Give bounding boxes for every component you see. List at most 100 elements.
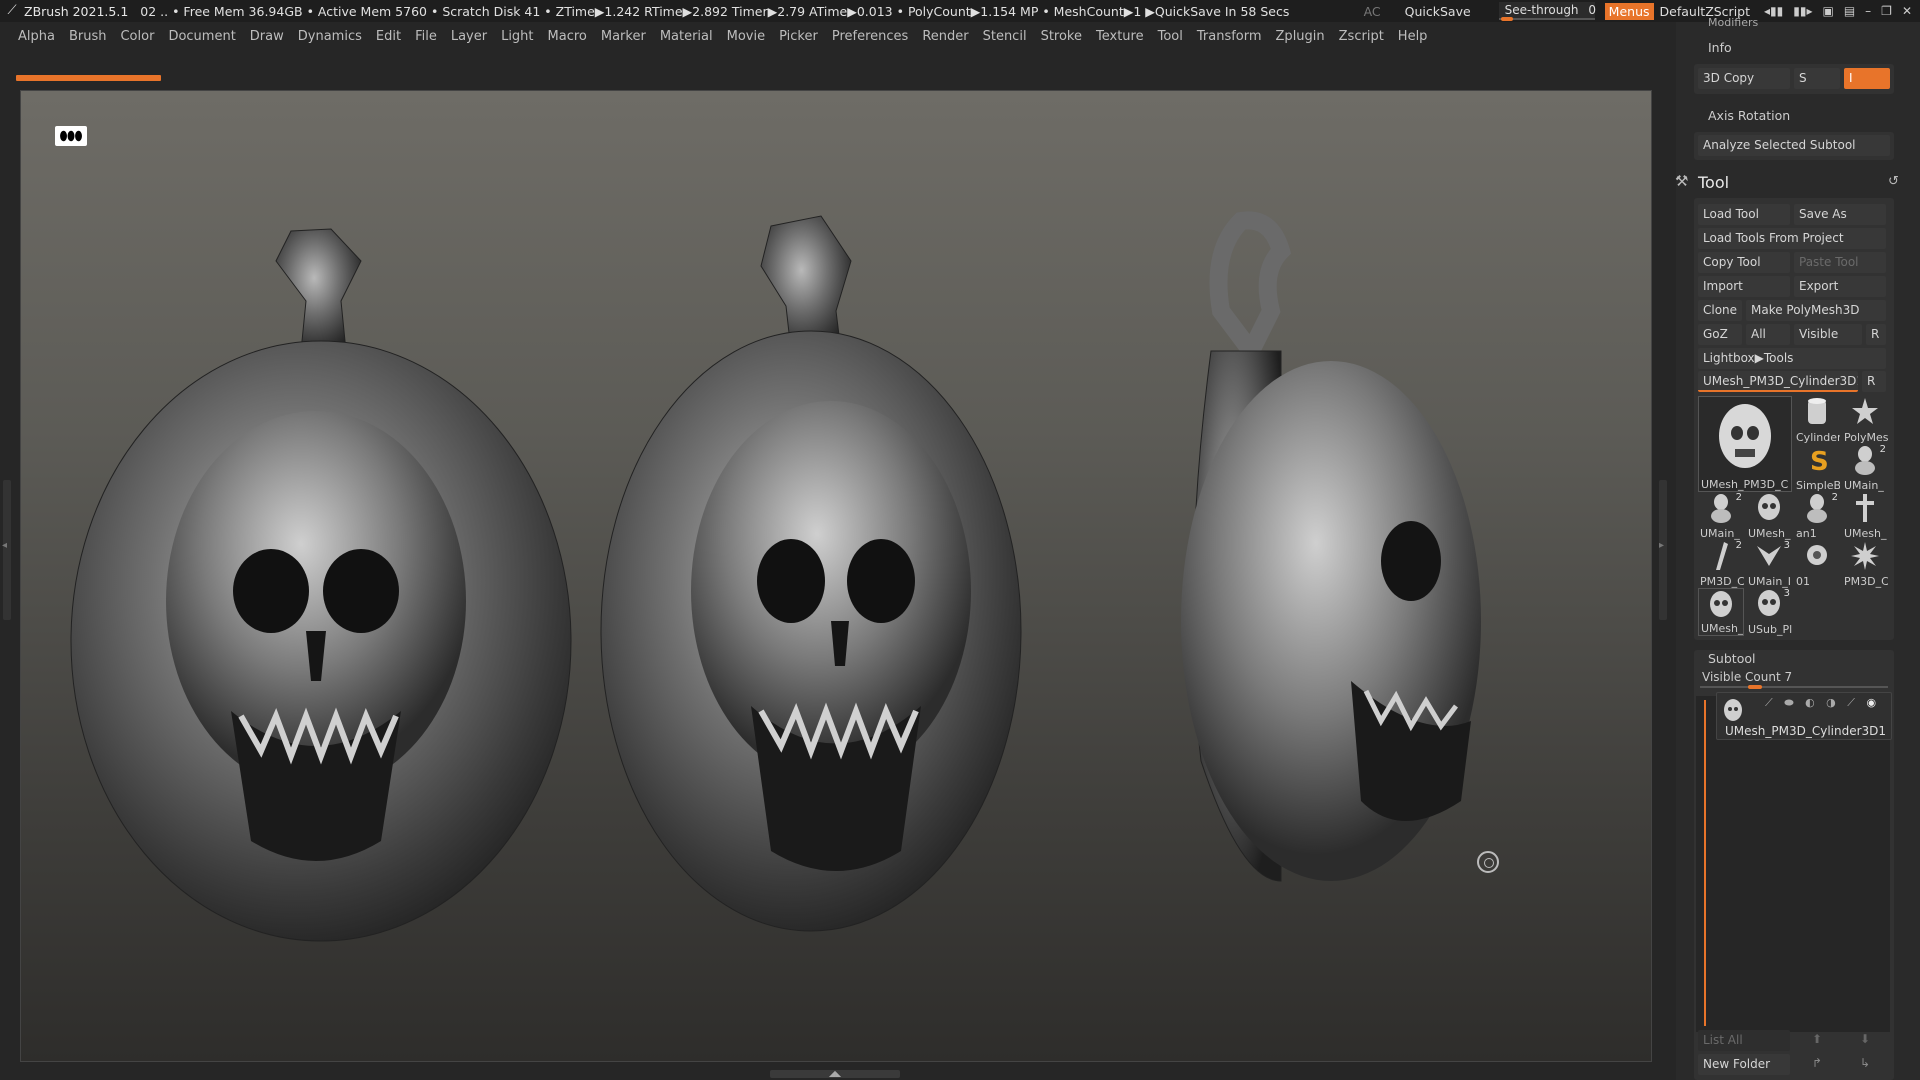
menu-light[interactable]: Light bbox=[501, 29, 533, 44]
layout-alt-icon[interactable]: ▤ bbox=[1844, 4, 1855, 18]
tool-thumb-umesh-3[interactable]: UMesh_ bbox=[1698, 588, 1744, 636]
visible-count-knob[interactable] bbox=[1748, 685, 1762, 689]
modifiers-label[interactable]: Modifiers bbox=[1708, 16, 1758, 29]
goz-button[interactable]: GoZ bbox=[1698, 324, 1742, 345]
right-tray-handle[interactable] bbox=[1659, 480, 1667, 620]
menu-texture[interactable]: Texture bbox=[1096, 29, 1144, 44]
scroll-left-icon[interactable]: ◂▮▮ bbox=[1764, 4, 1783, 18]
clone-button[interactable]: Clone bbox=[1698, 300, 1742, 321]
menu-material[interactable]: Material bbox=[660, 29, 713, 44]
zbrush-logo-icon: ⟋ bbox=[7, 3, 17, 18]
folder-action-icon[interactable]: ↱ bbox=[1812, 1056, 1822, 1070]
save-as-button[interactable]: Save As bbox=[1794, 204, 1886, 225]
new-folder-button[interactable]: New Folder bbox=[1698, 1054, 1790, 1075]
tool-thumb-umain-3[interactable]: 3 UMain_I bbox=[1746, 540, 1792, 588]
copy-tool-button[interactable]: Copy Tool bbox=[1698, 252, 1790, 273]
tool-thumb-pm3d-1[interactable]: 2 PM3D_C bbox=[1698, 540, 1744, 588]
thumb-label: UMesh_ bbox=[1701, 622, 1744, 635]
layout-icon[interactable]: ▣ bbox=[1822, 4, 1833, 18]
menu-tool[interactable]: Tool bbox=[1158, 29, 1183, 44]
app-title: ZBrush 2021.5.1 bbox=[24, 3, 129, 19]
tool-reset-icon[interactable]: ↺ bbox=[1888, 174, 1899, 189]
menus-toggle-button[interactable]: Menus bbox=[1604, 2, 1654, 20]
maximize-icon[interactable]: ❐ bbox=[1881, 4, 1892, 18]
menu-movie[interactable]: Movie bbox=[727, 29, 765, 44]
paste-tool-button[interactable]: Paste Tool bbox=[1794, 252, 1886, 273]
menu-dynamics[interactable]: Dynamics bbox=[298, 29, 362, 44]
axis-rotation-label[interactable]: Axis Rotation bbox=[1708, 108, 1790, 123]
menu-color[interactable]: Color bbox=[120, 29, 154, 44]
menu-file[interactable]: File bbox=[415, 29, 437, 44]
menu-document[interactable]: Document bbox=[168, 29, 235, 44]
import-button[interactable]: Import bbox=[1698, 276, 1790, 297]
tool-thumb-pm3d-2[interactable]: PM3D_C bbox=[1842, 540, 1888, 588]
menu-alpha[interactable]: Alpha bbox=[18, 29, 55, 44]
arrow-up-icon[interactable]: ⬆ bbox=[1812, 1032, 1822, 1046]
menu-help[interactable]: Help bbox=[1398, 29, 1428, 44]
current-tool-r-button[interactable]: R bbox=[1862, 371, 1886, 392]
minimize-icon[interactable]: – bbox=[1865, 4, 1871, 18]
current-tool-slider[interactable]: UMesh_PM3D_Cylinder3D1 bbox=[1698, 371, 1858, 392]
ac-label[interactable]: AC bbox=[1364, 4, 1381, 19]
load-tools-from-project-button[interactable]: Load Tools From Project bbox=[1698, 228, 1886, 249]
thumb-label: PM3D_C bbox=[1700, 575, 1744, 588]
tool-thumb-an1[interactable]: 2 an1 bbox=[1794, 492, 1840, 540]
bottom-tray-handle[interactable]: ◢◣ bbox=[770, 1070, 900, 1078]
subtool-icons[interactable]: ⟋ ⬬ ◐ ◑ ⟋ ◉ bbox=[1765, 696, 1880, 710]
goz-visible-button[interactable]: Visible bbox=[1794, 324, 1862, 345]
tool-thumb-umesh-1[interactable]: UMesh_ bbox=[1746, 492, 1792, 540]
subtool-item[interactable]: ⟋ ⬬ ◐ ◑ ⟋ ◉ UMesh_PM3D_Cylinder3D1 bbox=[1716, 692, 1892, 740]
menu-marker[interactable]: Marker bbox=[601, 29, 646, 44]
tool-thumb-usub[interactable]: 3 USub_Pl bbox=[1746, 588, 1792, 636]
tool-thumb-umesh-2[interactable]: UMesh_ bbox=[1842, 492, 1888, 540]
make-polymesh-button[interactable]: Make PolyMesh3D bbox=[1746, 300, 1886, 321]
load-tool-button[interactable]: Load Tool bbox=[1698, 204, 1790, 225]
menu-edit[interactable]: Edit bbox=[376, 29, 401, 44]
subtool-scroll-bar[interactable] bbox=[1704, 700, 1706, 1026]
subtool-title[interactable]: Subtool bbox=[1708, 651, 1755, 666]
tool-thumb-cylinder[interactable]: Cylinder bbox=[1794, 396, 1840, 444]
visible-count-slider[interactable] bbox=[1700, 685, 1888, 689]
tool-thumb-umain-2[interactable]: 2 UMain_ bbox=[1698, 492, 1744, 540]
copy3d-button[interactable]: 3D Copy bbox=[1698, 68, 1790, 89]
list-all-button[interactable]: List All bbox=[1698, 1030, 1790, 1051]
menu-zscript[interactable]: Zscript bbox=[1339, 29, 1384, 44]
s-button[interactable]: S bbox=[1794, 68, 1840, 89]
menu-stroke[interactable]: Stroke bbox=[1041, 29, 1082, 44]
lightbox-tools-button[interactable]: Lightbox▶Tools bbox=[1698, 348, 1886, 369]
i-field[interactable]: I bbox=[1844, 68, 1890, 89]
goz-all-button[interactable]: All bbox=[1746, 324, 1790, 345]
menu-stencil[interactable]: Stencil bbox=[983, 29, 1027, 44]
menu-picker[interactable]: Picker bbox=[779, 29, 818, 44]
left-tray-handle[interactable] bbox=[2, 480, 11, 620]
export-button[interactable]: Export bbox=[1794, 276, 1886, 297]
canvas-viewport[interactable]: ⬮⬮⬮ bbox=[20, 90, 1652, 1062]
menu-zplugin[interactable]: Zplugin bbox=[1276, 29, 1325, 44]
menu-layer[interactable]: Layer bbox=[451, 29, 487, 44]
tool-thumb-polymesh[interactable]: PolyMes bbox=[1842, 396, 1888, 444]
quicksave-button[interactable]: QuickSave bbox=[1405, 4, 1471, 19]
info-label[interactable]: Info bbox=[1708, 40, 1732, 55]
goz-r-button[interactable]: R bbox=[1866, 324, 1886, 345]
tool-thumb-umain-1[interactable]: 2 UMain_ bbox=[1842, 444, 1888, 492]
folder-action-alt-icon[interactable]: ↳ bbox=[1860, 1056, 1870, 1070]
menu-transform[interactable]: Transform bbox=[1197, 29, 1262, 44]
menu-macro[interactable]: Macro bbox=[548, 29, 587, 44]
menu-render[interactable]: Render bbox=[922, 29, 968, 44]
eye-icon[interactable]: ◉ bbox=[1866, 696, 1880, 709]
see-through-slider[interactable]: See-through 0 bbox=[1498, 2, 1596, 21]
tool-thumb-simpleb[interactable]: S SimpleB bbox=[1794, 444, 1840, 492]
analyze-selected-subtool-button[interactable]: Analyze Selected Subtool bbox=[1698, 135, 1890, 156]
menu-draw[interactable]: Draw bbox=[250, 29, 284, 44]
close-icon[interactable]: ✕ bbox=[1902, 4, 1912, 18]
tool-thumb-01[interactable]: 01 bbox=[1794, 540, 1840, 588]
arrow-down-icon[interactable]: ⬇ bbox=[1860, 1032, 1870, 1046]
menu-brush[interactable]: Brush bbox=[69, 29, 107, 44]
main-menu-bar: Alpha Brush Color Document Draw Dynamics… bbox=[0, 22, 1680, 50]
tool-palette-title[interactable]: Tool bbox=[1698, 173, 1729, 192]
scroll-right-icon[interactable]: ▮▮▸ bbox=[1793, 4, 1812, 18]
see-through-knob[interactable] bbox=[1500, 17, 1513, 21]
subtool-list[interactable] bbox=[1696, 696, 1890, 1032]
tool-thumb-current[interactable]: UMesh_PM3D_C bbox=[1698, 396, 1792, 492]
menu-preferences[interactable]: Preferences bbox=[832, 29, 908, 44]
